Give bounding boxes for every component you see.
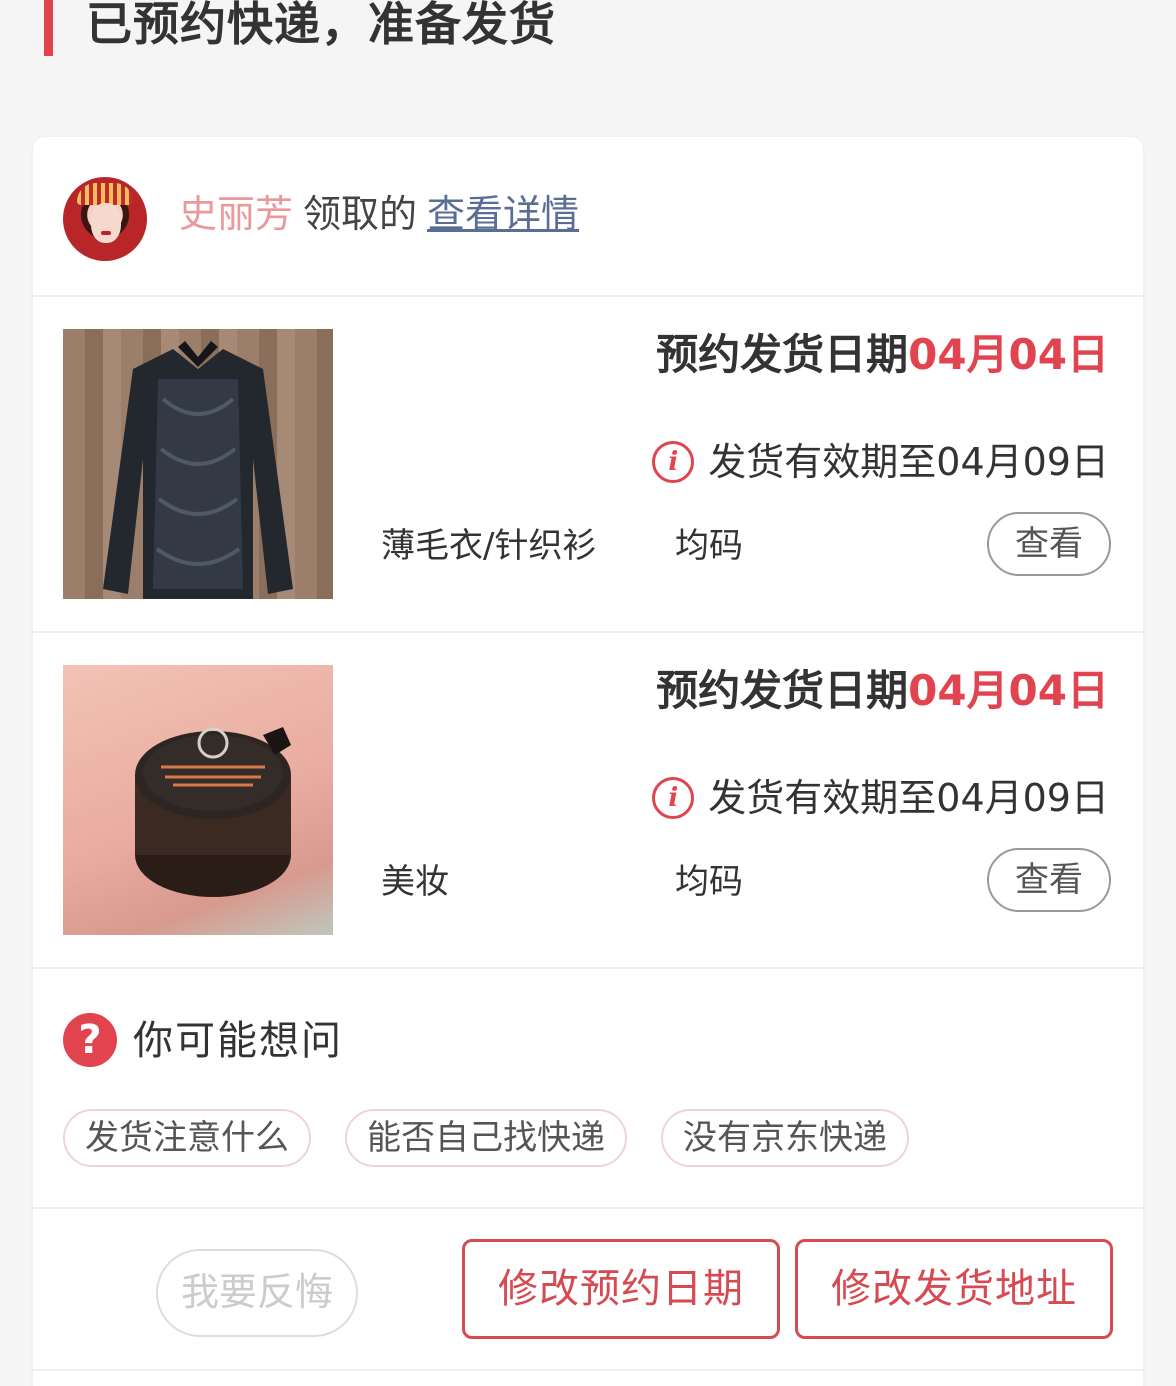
ship-date: 预约发货日期04月04日 (656, 325, 1109, 385)
item-category: 美妆 (381, 862, 449, 902)
ship-date-value: 04月04日 (908, 666, 1109, 715)
faq-chip-own-courier[interactable]: 能否自己找快递 (345, 1109, 627, 1167)
valid-period-text: 发货有效期至04月09日 (708, 440, 1109, 484)
info-icon[interactable]: i (652, 777, 695, 819)
page-title: 已预约快递，准备发货 (86, 0, 556, 51)
sweater-shape (103, 341, 293, 599)
item-size: 均码 (675, 862, 743, 902)
sweater-photo[interactable] (63, 329, 333, 599)
faq-chip-list: 发货注意什么 能否自己找快递 没有京东快递 (63, 1109, 909, 1167)
faq-section: ? 你可能想问 发货注意什么 能否自己找快递 没有京东快递 (33, 969, 1143, 1209)
claimer-row: 史丽芳 领取的 查看详情 (33, 137, 1143, 297)
view-button[interactable]: 查看 (987, 512, 1111, 576)
item-category: 薄毛衣/针织衫 (381, 526, 597, 566)
valid-period: i 发货有效期至04月09日 (652, 773, 1109, 823)
faq-chip-shipping-notes[interactable]: 发货注意什么 (63, 1109, 311, 1167)
status-header: 已预约快递，准备发货 (0, 0, 1176, 110)
edit-address-button[interactable]: 修改发货地址 (795, 1239, 1113, 1339)
question-icon: ? (63, 1013, 117, 1067)
ship-date-label: 预约发货日期 (656, 666, 909, 715)
regret-button[interactable]: 我要反悔 (156, 1249, 358, 1337)
item-row: 预约发货日期04月04日 i 发货有效期至04月09日 美妆 均码 查看 (33, 633, 1143, 969)
faq-title: 你可能想问 (133, 1018, 343, 1064)
view-details-link[interactable]: 查看详情 (427, 192, 579, 236)
item-row: 预约发货日期04月04日 i 发货有效期至04月09日 薄毛衣/针织衫 均码 查… (33, 297, 1143, 633)
valid-period-text: 发货有效期至04月09日 (708, 776, 1109, 820)
info-icon[interactable]: i (652, 441, 695, 483)
view-button[interactable]: 查看 (987, 848, 1111, 912)
action-bar: 我要反悔 修改预约日期 修改发货地址 (33, 1211, 1143, 1371)
claimer-action-text: 领取的 (303, 192, 418, 236)
claimer-name: 史丽芳 (179, 192, 294, 236)
cream-jar-photo[interactable] (63, 665, 333, 935)
avatar[interactable] (63, 177, 147, 261)
avatar-headdress (77, 183, 133, 205)
ship-date-value: 04月04日 (908, 330, 1109, 379)
order-card: 史丽芳 领取的 查看详情 预约发货日期04月04日 i 发货有效期至04月09日 薄… (33, 137, 1143, 1386)
cream-jar-shape (135, 727, 291, 897)
avatar-lips (101, 231, 111, 235)
ship-date: 预约发货日期04月04日 (656, 661, 1109, 721)
valid-period: i 发货有效期至04月09日 (652, 437, 1109, 487)
avatar-face (91, 203, 121, 243)
edit-date-button[interactable]: 修改预约日期 (462, 1239, 780, 1339)
faq-chip-no-jd-courier[interactable]: 没有京东快递 (661, 1109, 909, 1167)
item-size: 均码 (675, 526, 743, 566)
ship-date-label: 预约发货日期 (656, 330, 909, 379)
status-accent-bar (44, 0, 53, 56)
claimer-info: 史丽芳 领取的 查看详情 (179, 189, 579, 239)
